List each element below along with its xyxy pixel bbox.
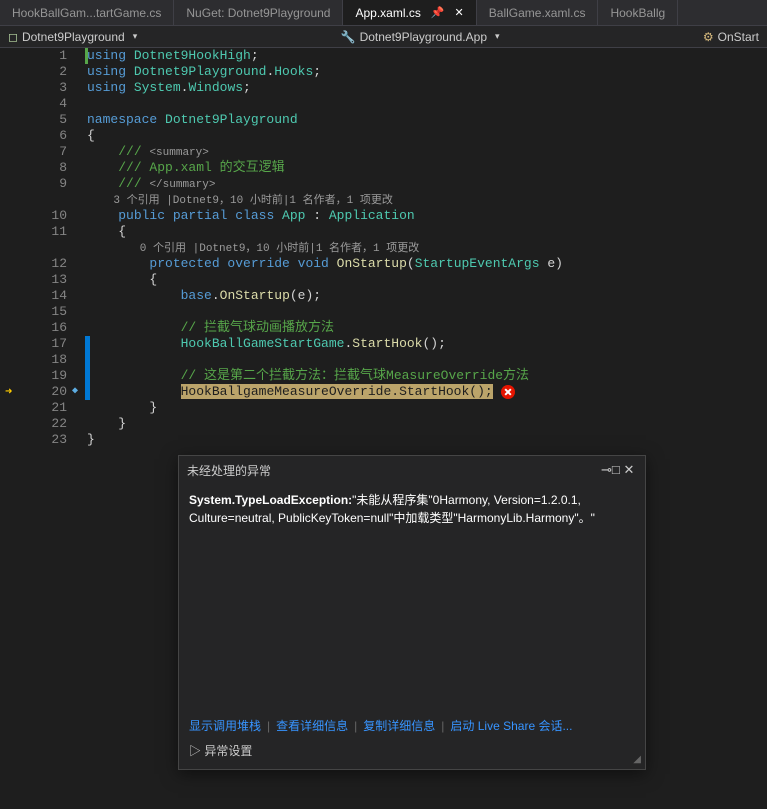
code-line[interactable]: using Dotnet9HookHigh; bbox=[87, 48, 767, 64]
code-line[interactable]: { bbox=[87, 272, 767, 288]
tab-2[interactable]: App.xaml.cs 📌 ✕ bbox=[343, 0, 476, 25]
class-icon: 🔧 bbox=[341, 30, 356, 44]
gutter-line: 8 bbox=[0, 160, 67, 176]
code-line[interactable]: public partial class App : Application bbox=[87, 208, 767, 224]
code-line[interactable]: namespace Dotnet9Playground bbox=[87, 112, 767, 128]
code-line[interactable]: using Dotnet9Playground.Hooks; bbox=[87, 64, 767, 80]
gutter-line: 1− bbox=[0, 48, 67, 64]
exception-type: System.TypeLoadException: bbox=[189, 493, 352, 507]
gutter-line: 15 bbox=[0, 304, 67, 320]
pin-icon[interactable]: 📌 bbox=[431, 6, 445, 19]
code-line[interactable]: /// App.xaml 的交互逻辑 bbox=[87, 160, 767, 176]
tab-label: NuGet: Dotnet9Playground bbox=[186, 6, 330, 20]
code-line[interactable]: } bbox=[87, 416, 767, 432]
code-line[interactable]: protected override void OnStartup(Startu… bbox=[87, 256, 767, 272]
code-line[interactable]: } bbox=[87, 432, 767, 448]
gutter-line: 3 bbox=[0, 80, 67, 96]
exception-popup: 未经处理的异常 ⊸□ ✕ System.TypeLoadException:"未… bbox=[178, 455, 646, 770]
code-line[interactable]: { bbox=[87, 224, 767, 240]
tab-label: BallGame.xaml.cs bbox=[489, 6, 586, 20]
code-line[interactable] bbox=[87, 96, 767, 112]
gutter-line: 4 bbox=[0, 96, 67, 112]
gutter-line: 10− bbox=[0, 208, 67, 224]
gutter-line: 12− bbox=[0, 256, 67, 272]
breadcrumb-class[interactable]: 🔧 Dotnet9Playground.App ▾ bbox=[341, 30, 500, 44]
code-line[interactable]: // 这是第二个拦截方法：拦截气球MeasureOverride方法 bbox=[87, 368, 767, 384]
code-line[interactable]: HookBallGameStartGame.StartHook(); bbox=[87, 336, 767, 352]
link-callstack[interactable]: 显示调用堆栈 bbox=[189, 719, 261, 733]
tab-label: HookBallGam...tartGame.cs bbox=[12, 6, 161, 20]
gutter-line: 16 bbox=[0, 320, 67, 336]
gutter-line bbox=[0, 240, 67, 256]
link-copy[interactable]: 复制详细信息 bbox=[363, 719, 435, 733]
code-line[interactable]: } bbox=[87, 400, 767, 416]
gutter-line: 7− bbox=[0, 144, 67, 160]
breakpoint-icon[interactable]: ◆ bbox=[72, 384, 78, 400]
error-stop-icon[interactable] bbox=[501, 385, 515, 399]
code-line[interactable]: /// <summary> bbox=[87, 144, 767, 160]
change-indicator bbox=[85, 336, 90, 400]
gutter-line bbox=[0, 192, 67, 208]
popup-links: 显示调用堆栈|查看详细信息|复制详细信息|启动 Live Share 会话... bbox=[189, 717, 635, 734]
link-details[interactable]: 查看详细信息 bbox=[276, 719, 348, 733]
tab-label: App.xaml.cs bbox=[355, 6, 420, 20]
saved-change-indicator bbox=[85, 48, 88, 64]
gutter-line: 17 bbox=[0, 336, 67, 352]
tab-label: HookBallg bbox=[610, 6, 665, 20]
gutter-line: 2 bbox=[0, 64, 67, 80]
gutter-line: 5− bbox=[0, 112, 67, 128]
exception-settings-toggle[interactable]: ▷ 异常设置 bbox=[189, 742, 635, 759]
close-icon[interactable]: ✕ bbox=[455, 6, 464, 19]
tab-0[interactable]: HookBallGam...tartGame.cs bbox=[0, 0, 174, 25]
gutter-line: 23 bbox=[0, 432, 67, 448]
popup-title: 未经处理的异常 bbox=[187, 462, 597, 479]
tab-bar: HookBallGam...tartGame.cs NuGet: Dotnet9… bbox=[0, 0, 767, 26]
resize-grip-icon[interactable]: ◢ bbox=[633, 754, 641, 765]
tab-1[interactable]: NuGet: Dotnet9Playground bbox=[174, 0, 343, 25]
gutter-line: 11 bbox=[0, 224, 67, 240]
code-line[interactable]: /// </summary> bbox=[87, 176, 767, 192]
code-line[interactable]: HookBallgameMeasureOverride.StartHook(); bbox=[87, 384, 767, 400]
chevron-down-icon: ▾ bbox=[133, 31, 138, 42]
code-line[interactable] bbox=[87, 304, 767, 320]
gutter-line: 14 bbox=[0, 288, 67, 304]
code-line[interactable] bbox=[87, 352, 767, 368]
code-line[interactable]: // 拦截气球动画播放方法 bbox=[87, 320, 767, 336]
popup-body: System.TypeLoadException:"未能从程序集"0Harmon… bbox=[179, 485, 645, 711]
code-editor[interactable]: 1−2345−67−8910−1112−1314151617181920➜◆21… bbox=[0, 48, 767, 448]
link-liveshare[interactable]: 启动 Live Share 会话... bbox=[450, 719, 572, 733]
tab-4[interactable]: HookBallg bbox=[598, 0, 678, 25]
code-line[interactable]: base.OnStartup(e); bbox=[87, 288, 767, 304]
close-icon[interactable]: ✕ bbox=[621, 463, 637, 479]
gutter-line: 13 bbox=[0, 272, 67, 288]
code-line[interactable]: 3 个引用 |Dotnet9，10 小时前|1 名作者，1 项更改 bbox=[87, 192, 767, 208]
method-icon: ⚙ bbox=[703, 30, 714, 44]
popup-dock-icon[interactable]: ⊸□ bbox=[601, 463, 617, 479]
gutter-line: 20➜◆ bbox=[0, 384, 67, 400]
breadcrumb: ◻ Dotnet9Playground ▾ 🔧 Dotnet9Playgroun… bbox=[0, 26, 767, 48]
breadcrumb-method[interactable]: ⚙ OnStart bbox=[703, 30, 759, 44]
gutter-line: 18 bbox=[0, 352, 67, 368]
tab-3[interactable]: BallGame.xaml.cs bbox=[477, 0, 599, 25]
gutter-line: 19 bbox=[0, 368, 67, 384]
code-line[interactable]: { bbox=[87, 128, 767, 144]
code-line[interactable]: using System.Windows; bbox=[87, 80, 767, 96]
code-line[interactable]: 0 个引用 |Dotnet9，10 小时前|1 名作者，1 项更改 bbox=[87, 240, 767, 256]
gutter-line: 6 bbox=[0, 128, 67, 144]
chevron-down-icon: ▾ bbox=[495, 31, 500, 42]
breadcrumb-namespace[interactable]: ◻ Dotnet9Playground ▾ bbox=[8, 30, 137, 44]
current-line-arrow-icon: ➜ bbox=[5, 384, 12, 400]
namespace-icon: ◻ bbox=[8, 30, 18, 44]
gutter-line: 22 bbox=[0, 416, 67, 432]
gutter-line: 9 bbox=[0, 176, 67, 192]
gutter-line: 21 bbox=[0, 400, 67, 416]
